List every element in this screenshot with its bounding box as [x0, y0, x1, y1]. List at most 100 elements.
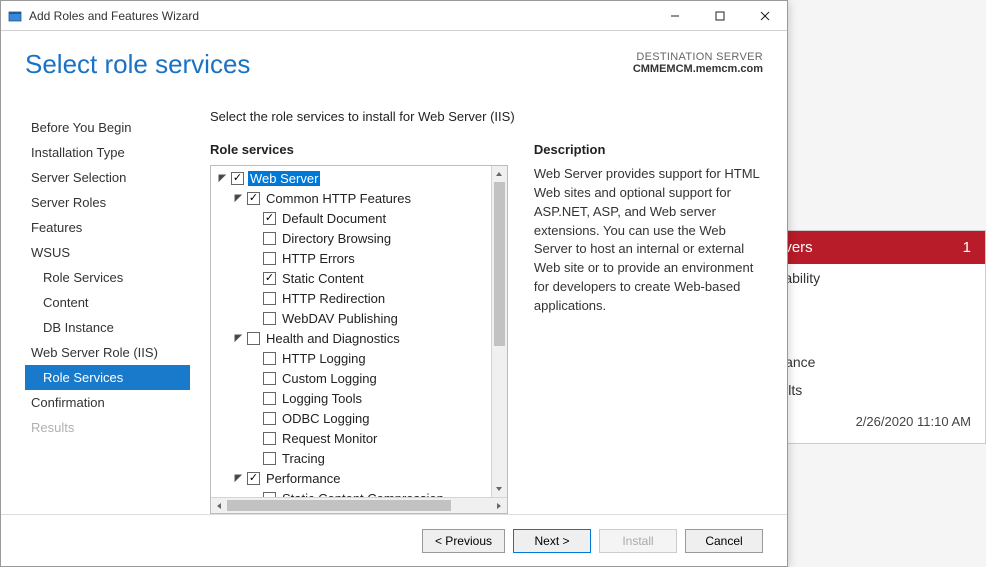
- destination-server: CMMEMCM.memcm.com: [633, 63, 763, 75]
- description-text: Web Server provides support for HTML Web…: [534, 165, 763, 316]
- tree-row[interactable]: Health and Diagnostics: [233, 328, 491, 348]
- install-button[interactable]: Install: [599, 529, 677, 553]
- tree-node-label[interactable]: Custom Logging: [280, 371, 379, 386]
- tree-row[interactable]: ODBC Logging: [249, 408, 491, 428]
- instruction-text: Select the role services to install for …: [210, 109, 763, 124]
- destination-label: DESTINATION SERVER: [633, 51, 763, 63]
- description-column: Description Web Server provides support …: [534, 142, 763, 514]
- tree-row[interactable]: Static Content: [249, 268, 491, 288]
- sidebar-item[interactable]: Role Services: [25, 265, 190, 290]
- expand-toggle-icon[interactable]: [233, 334, 243, 342]
- tree-node-label[interactable]: Health and Diagnostics: [264, 331, 402, 346]
- tree-row[interactable]: Web Server: [217, 168, 491, 188]
- checkbox[interactable]: [231, 172, 244, 185]
- tree-row[interactable]: Directory Browsing: [249, 228, 491, 248]
- scroll-track[interactable]: [492, 182, 507, 481]
- scroll-down-icon[interactable]: [492, 481, 507, 497]
- checkbox[interactable]: [263, 412, 276, 425]
- checkbox[interactable]: [263, 352, 276, 365]
- hscroll-thumb[interactable]: [227, 500, 451, 511]
- sidebar-item[interactable]: Server Selection: [25, 165, 190, 190]
- tree-node-label[interactable]: Tracing: [280, 451, 327, 466]
- tree-row[interactable]: Static Content Compression: [249, 488, 491, 497]
- minimize-button[interactable]: [652, 1, 697, 30]
- hscroll-track[interactable]: [227, 498, 491, 513]
- horizontal-scrollbar[interactable]: [211, 497, 507, 513]
- checkbox[interactable]: [247, 472, 260, 485]
- checkbox[interactable]: [263, 432, 276, 445]
- window-title: Add Roles and Features Wizard: [29, 9, 652, 23]
- sidebar-item[interactable]: Features: [25, 215, 190, 240]
- tree-row[interactable]: Performance: [233, 468, 491, 488]
- sidebar-item[interactable]: Before You Begin: [25, 115, 190, 140]
- tree-node-label[interactable]: HTTP Redirection: [280, 291, 387, 306]
- previous-button[interactable]: < Previous: [422, 529, 505, 553]
- tree-row[interactable]: WebDAV Publishing: [249, 308, 491, 328]
- tree-row[interactable]: Request Monitor: [249, 428, 491, 448]
- sidebar-item[interactable]: Content: [25, 290, 190, 315]
- description-title: Description: [534, 142, 763, 157]
- checkbox[interactable]: [263, 372, 276, 385]
- tree-node-label[interactable]: Logging Tools: [280, 391, 364, 406]
- checkbox[interactable]: [263, 292, 276, 305]
- checkbox[interactable]: [247, 192, 260, 205]
- scroll-thumb[interactable]: [494, 182, 505, 346]
- sidebar-item[interactable]: Role Services: [25, 365, 190, 390]
- sidebar-item[interactable]: Installation Type: [25, 140, 190, 165]
- app-icon: [7, 8, 23, 24]
- expand-toggle-icon[interactable]: [233, 474, 243, 482]
- tree-row[interactable]: Logging Tools: [249, 388, 491, 408]
- header: Select role services DESTINATION SERVER …: [1, 31, 787, 109]
- expand-toggle-icon[interactable]: [233, 194, 243, 202]
- role-services-column: Role services Web Server Common HTTP Feat…: [210, 142, 508, 514]
- tree-row[interactable]: HTTP Redirection: [249, 288, 491, 308]
- cancel-button[interactable]: Cancel: [685, 529, 763, 553]
- tree[interactable]: Web Server Common HTTP Features Default Do…: [211, 166, 491, 497]
- sidebar-item: Results: [25, 415, 190, 440]
- sidebar-item[interactable]: Web Server Role (IIS): [25, 340, 190, 365]
- next-button[interactable]: Next >: [513, 529, 591, 553]
- expand-toggle-icon[interactable]: [217, 174, 227, 182]
- wizard-window: Add Roles and Features Wizard Select rol…: [0, 0, 788, 567]
- sidebar-item[interactable]: DB Instance: [25, 315, 190, 340]
- tree-row[interactable]: HTTP Errors: [249, 248, 491, 268]
- tree-container: Web Server Common HTTP Features Default Do…: [210, 165, 508, 514]
- close-button[interactable]: [742, 1, 787, 30]
- tree-node-label[interactable]: ODBC Logging: [280, 411, 371, 426]
- checkbox[interactable]: [263, 452, 276, 465]
- sidebar-item[interactable]: Confirmation: [25, 390, 190, 415]
- role-services-title: Role services: [210, 142, 508, 157]
- tree-row[interactable]: Custom Logging: [249, 368, 491, 388]
- checkbox[interactable]: [263, 272, 276, 285]
- checkbox[interactable]: [263, 252, 276, 265]
- sidebar-item[interactable]: Server Roles: [25, 190, 190, 215]
- vertical-scrollbar[interactable]: [491, 166, 507, 497]
- maximize-button[interactable]: [697, 1, 742, 30]
- tree-node-label[interactable]: Directory Browsing: [280, 231, 393, 246]
- checkbox[interactable]: [263, 392, 276, 405]
- tree-node-label[interactable]: Default Document: [280, 211, 388, 226]
- tree-node-label[interactable]: Static Content: [280, 271, 366, 286]
- tree-node-label[interactable]: WebDAV Publishing: [280, 311, 400, 326]
- tree-node-label[interactable]: Web Server: [248, 171, 320, 186]
- tree-node-label[interactable]: Performance: [264, 471, 342, 486]
- scroll-right-icon[interactable]: [491, 498, 507, 513]
- tree-node-label[interactable]: HTTP Logging: [280, 351, 368, 366]
- tree-node-label[interactable]: Request Monitor: [280, 431, 379, 446]
- tree-row[interactable]: Default Document: [249, 208, 491, 228]
- checkbox[interactable]: [263, 312, 276, 325]
- tree-node-label[interactable]: HTTP Errors: [280, 251, 357, 266]
- checkbox[interactable]: [263, 212, 276, 225]
- tree-row[interactable]: HTTP Logging: [249, 348, 491, 368]
- tree-node-label[interactable]: Common HTTP Features: [264, 191, 413, 206]
- tree-row[interactable]: Tracing: [249, 448, 491, 468]
- bg-red-count: 1: [963, 239, 971, 256]
- columns: Role services Web Server Common HTTP Feat…: [210, 142, 763, 514]
- sidebar-item[interactable]: WSUS: [25, 240, 190, 265]
- scroll-left-icon[interactable]: [211, 498, 227, 513]
- footer: < Previous Next > Install Cancel: [1, 514, 787, 566]
- tree-row[interactable]: Common HTTP Features: [233, 188, 491, 208]
- checkbox[interactable]: [247, 332, 260, 345]
- checkbox[interactable]: [263, 232, 276, 245]
- scroll-up-icon[interactable]: [492, 166, 507, 182]
